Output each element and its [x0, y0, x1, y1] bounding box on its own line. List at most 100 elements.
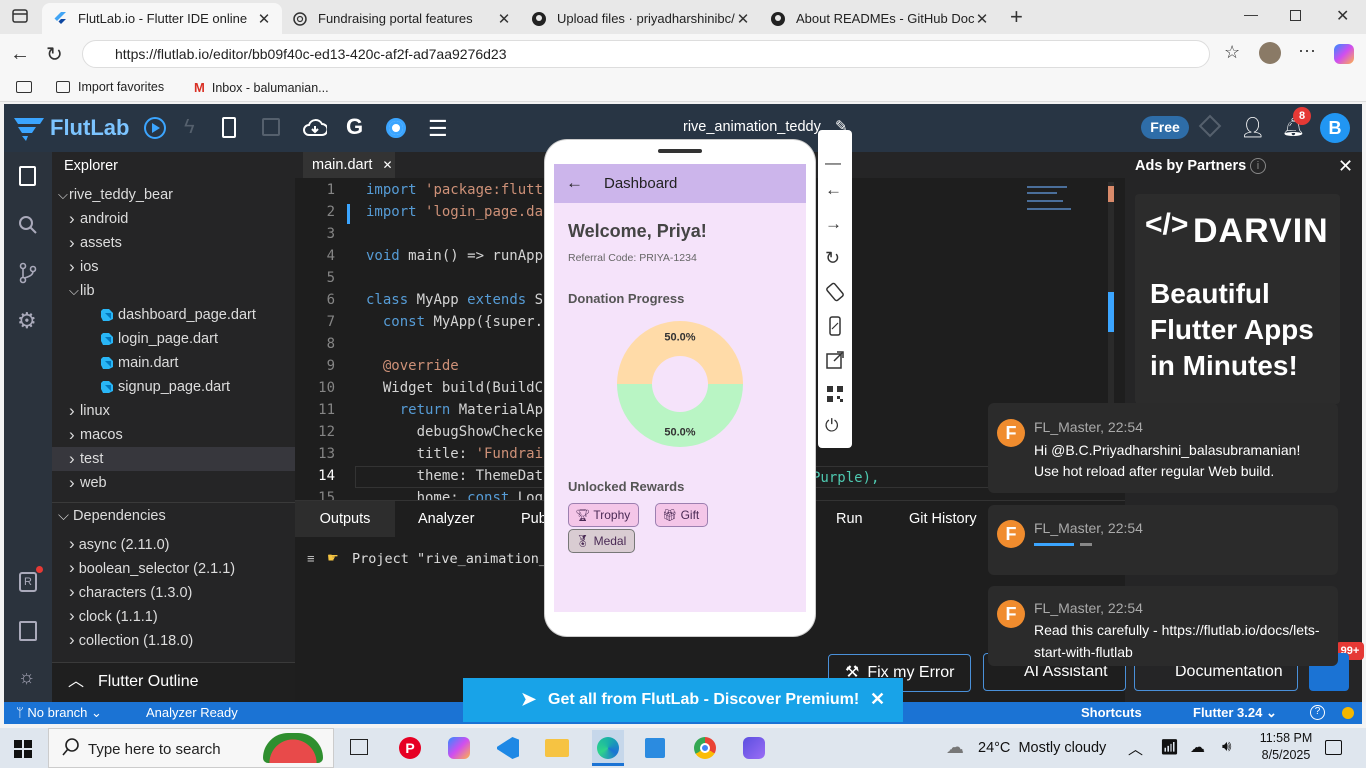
- store-icon[interactable]: [645, 738, 665, 758]
- cloud-sync-icon[interactable]: ☁: [1190, 738, 1205, 756]
- network-icon[interactable]: 📶︎: [1160, 738, 1179, 756]
- clock-time[interactable]: 11:58 PM: [1256, 731, 1316, 745]
- help-icon[interactable]: ?: [1310, 705, 1325, 720]
- file-item[interactable]: dashboard_page.dart: [52, 303, 295, 327]
- cloud-download-icon[interactable]: [303, 118, 327, 138]
- docs-icon[interactable]: [19, 621, 37, 641]
- device-icon[interactable]: [222, 117, 236, 138]
- settings-gear-icon[interactable]: ⚙: [17, 308, 37, 334]
- add-user-icon[interactable]: 👤︎: [1240, 115, 1265, 140]
- chat-message-1[interactable]: F FL_Master, 22:54 Hi @B.C.Priyadharshin…: [988, 403, 1338, 493]
- rive-icon[interactable]: R: [19, 572, 37, 592]
- project-name[interactable]: rive_animation_teddy: [683, 119, 821, 135]
- minimize-button[interactable]: —: [1244, 6, 1258, 22]
- window-close-button[interactable]: ✕: [1336, 6, 1349, 26]
- tab-outputs[interactable]: Outputs: [295, 501, 395, 537]
- firebase-target-icon[interactable]: [386, 118, 406, 138]
- google-icon[interactable]: G: [346, 114, 363, 140]
- folder-item[interactable]: › macos: [52, 423, 295, 447]
- flutter-version-selector[interactable]: Flutter 3.24 ⌄: [1193, 705, 1277, 721]
- reward-chip-medal[interactable]: 🏅︎ Medal: [568, 529, 636, 553]
- tab-actions-icon[interactable]: [12, 8, 28, 24]
- windows-start-icon[interactable]: [14, 740, 32, 758]
- edge-icon[interactable]: [592, 730, 624, 766]
- layers-icon[interactable]: [1198, 114, 1222, 138]
- back-arrow-icon[interactable]: ←: [566, 173, 583, 193]
- reward-chip-gift[interactable]: 🎁︎ Gift: [655, 503, 709, 527]
- clipchamp-icon[interactable]: [743, 737, 765, 759]
- chat-message-3[interactable]: F FL_Master, 22:54 Read this carefully -…: [988, 586, 1338, 666]
- pinterest-icon[interactable]: P: [399, 737, 421, 759]
- weather-text[interactable]: 24°C Mostly cloudy: [978, 740, 1106, 756]
- power-icon[interactable]: ⏻: [825, 416, 845, 436]
- folder-item[interactable]: ⌵ rive_teddy_bear: [52, 183, 295, 207]
- reward-chip-trophy[interactable]: 🏆︎ Trophy: [568, 503, 640, 527]
- import-favorites-link[interactable]: Import favorites: [56, 80, 164, 94]
- chat-message-2[interactable]: F FL_Master, 22:54: [988, 505, 1338, 575]
- tab-analyzer[interactable]: Analyzer: [418, 501, 474, 537]
- close-icon[interactable]: ✕: [382, 158, 392, 172]
- restore-button[interactable]: [1290, 10, 1301, 21]
- tab-run[interactable]: Run: [836, 501, 863, 537]
- volume-icon[interactable]: 🔊︎: [1222, 738, 1231, 755]
- close-icon[interactable]: ✕: [735, 10, 751, 28]
- dependency-item[interactable]: › clock (1.1.1): [69, 604, 158, 628]
- chrome-icon[interactable]: [694, 737, 716, 759]
- close-ads-icon[interactable]: ✕: [1338, 156, 1353, 177]
- rotate-icon[interactable]: [825, 282, 845, 302]
- nav-back-icon[interactable]: ←: [825, 180, 845, 200]
- qr-code-icon[interactable]: [825, 384, 845, 404]
- debug-bug-icon[interactable]: ☼: [18, 667, 35, 689]
- tab-pub[interactable]: Pub: [521, 501, 547, 537]
- file-explorer-icon[interactable]: [545, 739, 569, 757]
- folder-item[interactable]: › ios: [52, 255, 295, 279]
- file-item[interactable]: main.dart: [52, 351, 295, 375]
- new-tab-button[interactable]: +: [1010, 4, 1023, 30]
- copilot-app-icon[interactable]: [448, 737, 470, 759]
- open-external-icon[interactable]: [825, 350, 845, 370]
- close-icon[interactable]: ✕: [256, 10, 272, 28]
- menu-icon[interactable]: ☰: [428, 116, 448, 142]
- vscode-icon[interactable]: [497, 737, 519, 759]
- notification-center-icon[interactable]: [1325, 740, 1342, 755]
- close-icon[interactable]: ✕: [496, 10, 512, 28]
- folder-item[interactable]: › android: [52, 207, 295, 231]
- save-icon[interactable]: [262, 118, 280, 136]
- dependencies-header[interactable]: ⌵ Dependencies: [58, 504, 166, 528]
- premium-banner[interactable]: ➤ Get all from FlutLab - Discover Premiu…: [463, 678, 903, 722]
- tab-git-history[interactable]: Git History: [909, 501, 977, 537]
- reload-icon[interactable]: ↻: [825, 248, 845, 268]
- copilot-icon[interactable]: [1334, 44, 1354, 64]
- dependency-item[interactable]: › boolean_selector (2.1.1): [69, 556, 235, 580]
- refresh-icon[interactable]: ↻: [46, 42, 63, 67]
- close-banner-icon[interactable]: ✕: [870, 689, 885, 710]
- source-control-icon[interactable]: [18, 262, 38, 284]
- user-avatar[interactable]: B: [1320, 113, 1350, 143]
- file-item[interactable]: signup_page.dart: [52, 375, 295, 399]
- info-icon[interactable]: i: [1250, 158, 1266, 174]
- close-icon[interactable]: ✕: [974, 10, 990, 28]
- dependency-item[interactable]: › collection (1.18.0): [69, 628, 193, 652]
- task-view-icon[interactable]: [350, 739, 368, 755]
- inbox-link[interactable]: M Inbox - balumanian...: [194, 80, 329, 95]
- taskbar-search[interactable]: Type here to search: [48, 728, 334, 768]
- folder-item[interactable]: › test: [52, 447, 295, 471]
- clock-date[interactable]: 8/5/2025: [1256, 748, 1316, 762]
- file-item[interactable]: login_page.dart: [52, 327, 295, 351]
- explorer-files-icon[interactable]: [19, 166, 36, 186]
- folder-item[interactable]: › assets: [52, 231, 295, 255]
- tray-chevron-icon[interactable]: ︿: [1128, 738, 1143, 759]
- minimize-preview-icon[interactable]: —: [825, 155, 845, 175]
- folder-item[interactable]: ⌵ lib: [52, 279, 295, 303]
- plan-badge[interactable]: Free: [1141, 116, 1189, 139]
- flutter-outline-header[interactable]: ︿ Flutter Outline: [52, 662, 295, 702]
- search-icon[interactable]: [18, 215, 38, 235]
- address-input[interactable]: https://flutlab.io/editor/bb09f40c-ed13-…: [82, 40, 1210, 68]
- profile-avatar[interactable]: [1259, 42, 1281, 64]
- sidebar-toggle-icon[interactable]: [16, 81, 32, 93]
- shortcuts-button[interactable]: Shortcuts: [1081, 705, 1142, 720]
- more-icon[interactable]: ···: [1298, 40, 1316, 61]
- run-icon[interactable]: [144, 117, 166, 139]
- dependency-item[interactable]: › characters (1.3.0): [69, 580, 192, 604]
- browser-tab-flutlab[interactable]: FlutLab.io - Flutter IDE online ✕: [42, 3, 282, 34]
